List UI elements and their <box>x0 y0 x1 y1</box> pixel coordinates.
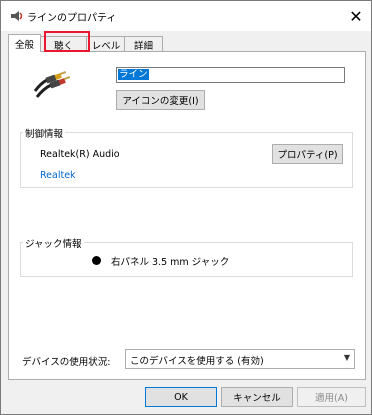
device-name-input[interactable]: ライン <box>116 67 345 83</box>
chevron-down-icon: ▼ <box>343 353 350 362</box>
change-icon-button[interactable]: アイコンの変更(I) <box>116 90 205 110</box>
apply-button[interactable]: 適用(A) <box>297 387 366 407</box>
jack-color-dot <box>92 256 101 265</box>
tab-label: 詳細 <box>133 40 153 52</box>
tab-label: 全般 <box>14 39 34 51</box>
highlight-box <box>44 31 90 52</box>
close-button[interactable]: ✕ <box>341 1 371 31</box>
speaker-icon <box>11 11 23 21</box>
close-icon: ✕ <box>349 6 363 26</box>
jack-info-label: ジャック情報 <box>23 236 84 250</box>
button-label: 適用(A) <box>315 393 348 404</box>
vendor-link[interactable]: Realtek <box>40 170 76 181</box>
button-label: キャンセル <box>233 393 281 404</box>
usage-label: デバイスの使用状況: <box>22 357 111 368</box>
tab-levels[interactable]: レベル <box>86 36 126 52</box>
device-usage-select[interactable]: このデバイスを使用する (有効) ▼ <box>125 349 355 369</box>
ok-button[interactable]: OK <box>145 387 217 407</box>
device-name-text: ライン <box>118 69 149 80</box>
button-label: OK <box>174 391 188 403</box>
title-bar: ラインのプロパティ ✕ <box>1 1 371 31</box>
properties-button[interactable]: プロパティ(P) <box>272 144 343 164</box>
controller-info-label: 制御情報 <box>23 126 66 140</box>
jack-description: 右パネル 3.5 mm ジャック <box>111 257 230 268</box>
tab-general[interactable]: 全般 <box>8 34 41 52</box>
rca-cable-icon <box>33 71 71 98</box>
button-label: プロパティ(P) <box>277 150 338 161</box>
controller-device-name: Realtek(R) Audio <box>40 149 120 160</box>
properties-dialog: ラインのプロパティ ✕ 全般 聴く レベル 詳細 ライン アイコンの変更(I) … <box>0 0 372 415</box>
tab-label: レベル <box>91 40 121 52</box>
cancel-button[interactable]: キャンセル <box>221 387 293 407</box>
usage-selected-value: このデバイスを使用する (有効) <box>130 356 264 367</box>
tab-advanced[interactable]: 詳細 <box>124 36 163 52</box>
button-label: アイコンの変更(I) <box>122 96 199 107</box>
window-title: ラインのプロパティ <box>27 13 117 24</box>
